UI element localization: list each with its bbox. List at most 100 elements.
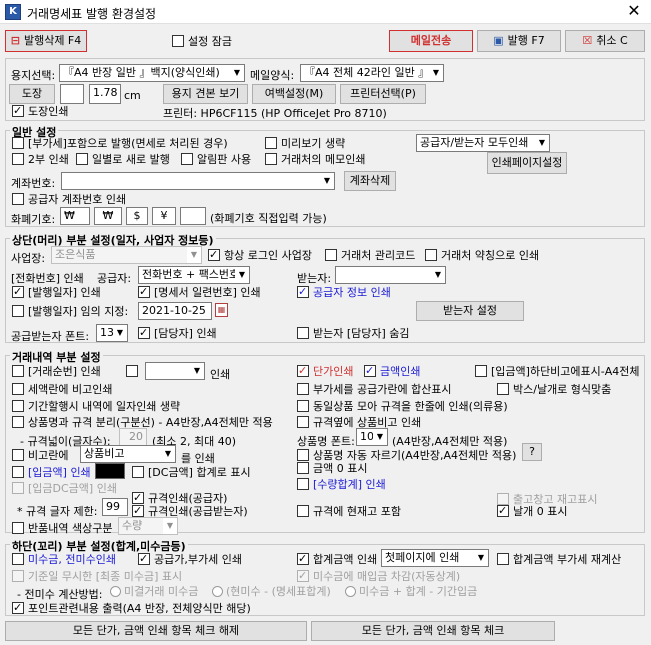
memo-print-checkbox[interactable]: 비고란에: [12, 449, 68, 462]
serial-number-checkbox[interactable]: [명세서 일련번호] 인쇄: [138, 285, 261, 299]
printer-select-button[interactable]: 프린터선택(P): [340, 84, 426, 104]
return-color-select[interactable]: 수량 ▼: [118, 517, 178, 535]
paper-preview-button[interactable]: 용지 견본 보기: [163, 84, 248, 104]
amount-zero-checkbox[interactable]: 금액 0 표시: [297, 462, 367, 475]
account-delete-button[interactable]: 계좌삭제: [344, 171, 396, 191]
total-vat-recalc-checkbox[interactable]: 합계금액 부가세 재계산: [497, 553, 621, 566]
calc-radio-pending[interactable]: 미결거래 미수금: [110, 585, 198, 598]
receiver-font-label: 공급받는자 폰트:: [11, 330, 90, 343]
receiver-phone-select[interactable]: ▼: [335, 266, 446, 284]
currency-input-1[interactable]: ₩: [60, 207, 90, 225]
amount-print-checkbox[interactable]: 금액인쇄: [364, 364, 420, 378]
same-product-checkbox[interactable]: 동일상품 모아 규격을 한줄에 인쇄(의류용): [297, 400, 508, 413]
calc-radio-current[interactable]: (현미수 - (명세표합계): [212, 585, 331, 598]
chevron-down-icon: ▼: [320, 173, 334, 189]
check-all-button[interactable]: 모든 단가, 금액 인쇄 항목 체크: [311, 621, 555, 641]
product-font-note: (A4반장,A4전체만 적용): [392, 435, 508, 448]
delete-issue-button[interactable]: ⊟ 발행삭제 F4: [5, 30, 87, 52]
manager-print-checkbox[interactable]: [담당자] 인쇄: [138, 326, 217, 340]
dc-sum-checkbox[interactable]: [DC금액] 합계로 표시: [132, 466, 251, 479]
tax-note-checkbox[interactable]: 세액란에 비고인쇄: [12, 383, 112, 396]
point-output-checkbox[interactable]: 포인트관련내용 출력(A4 반장, 전체양식만 해당): [12, 601, 251, 615]
supplier-account-checkbox[interactable]: 공급자 계좌번호 인쇄: [12, 193, 126, 206]
account-select[interactable]: ▼: [61, 172, 335, 190]
deposit-dc-checkbox[interactable]: [입금DC금액] 인쇄: [12, 482, 117, 495]
auto-cut-name-checkbox[interactable]: 상품명 자동 자르기(A4반장,A4전체만 적용): [297, 449, 516, 462]
custom-date-input[interactable]: 2021-10-25: [138, 302, 212, 320]
window-close-button[interactable]: ✕: [620, 1, 648, 21]
detail-section-title: 거래내역 부분 설정: [10, 349, 103, 365]
supplier-phone-select[interactable]: 전화번호 + 팩스번호 ▼: [138, 266, 250, 284]
print-target-select[interactable]: 공급자/받는자 모두인쇄 ▼: [416, 134, 550, 152]
spec-width-input[interactable]: 20: [119, 428, 147, 446]
vat-sum-checkbox[interactable]: 부가세를 공급가란에 합산표시: [297, 383, 452, 396]
business-label: 사업장:: [11, 252, 46, 265]
product-font-select[interactable]: 10 ▼: [356, 428, 388, 446]
notice-board-checkbox[interactable]: 알림판 사용: [181, 153, 251, 166]
spec-print-supplier-checkbox[interactable]: 규격인쇄(공급자): [132, 491, 227, 505]
business-select[interactable]: 조은식품 ▼: [51, 246, 202, 264]
total-page-select[interactable]: 첫페이지에 인쇄 ▼: [381, 549, 489, 567]
uncheck-all-button[interactable]: 모든 단가, 금액 인쇄 항목 체크 해제: [5, 621, 307, 641]
currency-input-4[interactable]: ¥: [152, 207, 176, 225]
spec-limit-input[interactable]: 99: [102, 498, 128, 516]
two-copies-checkbox[interactable]: 2부 인쇄: [12, 153, 69, 166]
return-color-checkbox[interactable]: 반품내역 색상구분: [12, 522, 112, 535]
supply-vat-checkbox[interactable]: 공급가,부가세 인쇄: [138, 552, 242, 566]
vat-included-checkbox[interactable]: [부가세]포함으로 발행(면세로 처리된 경우): [12, 137, 228, 150]
spec-stock-checkbox[interactable]: 규격에 현재고 포함: [297, 505, 401, 518]
issue-button[interactable]: ▣ 발행 F7: [477, 30, 561, 52]
help-button[interactable]: ?: [522, 443, 542, 461]
chevron-down-icon: ▼: [163, 518, 177, 534]
setting-lock-checkbox[interactable]: 설정 잠금: [172, 35, 232, 48]
client-code-checkbox[interactable]: 거래처 관리코드: [325, 249, 415, 262]
box-format-checkbox[interactable]: 박스/날개로 형식맞춤: [497, 383, 611, 396]
wing-zero-checkbox[interactable]: 날개 0 표시: [497, 504, 567, 518]
deposit-color-swatch[interactable]: [95, 463, 125, 479]
stamp-print-checkbox[interactable]: 도장인쇄: [12, 104, 68, 118]
memo-select[interactable]: 상품비고 ▼: [80, 445, 176, 463]
client-alias-checkbox[interactable]: 거래처 약칭으로 인쇄: [425, 249, 539, 262]
extra-print-label: 인쇄: [210, 368, 231, 381]
extra-print-checkbox[interactable]: [126, 365, 142, 378]
deposit-note-checkbox[interactable]: [입금액]하단비고에표시-A4전체: [475, 365, 640, 378]
trade-seq-checkbox[interactable]: [거래순번] 인쇄: [12, 365, 101, 378]
receiver-font-select[interactable]: 13 ▼: [96, 324, 128, 342]
daily-issue-checkbox[interactable]: 일별로 새로 발행: [76, 153, 170, 166]
extra-print-select[interactable]: ▼: [145, 362, 205, 380]
stamp-button[interactable]: 도장: [9, 84, 55, 104]
currency-input-2[interactable]: ₩: [94, 207, 122, 225]
receiver-manager-hide-checkbox[interactable]: 받는자 [담당자] 숨김: [297, 327, 410, 340]
currency-input-3[interactable]: $: [126, 207, 148, 225]
paper-select[interactable]: 『A4 반장 일반 』백지(양식인쇄) ▼: [59, 64, 245, 82]
login-business-checkbox[interactable]: 항상 로그인 사업장: [208, 248, 312, 262]
receiver-setting-button[interactable]: 받는자 설정: [416, 301, 524, 321]
margin-setting-button[interactable]: 여백설정(M): [252, 84, 336, 104]
supplier-label: 공급자:: [97, 272, 132, 285]
stamp-size-input[interactable]: 1.78: [89, 84, 121, 104]
unit-price-checkbox[interactable]: 단가인쇄: [297, 364, 353, 378]
mail-form-select[interactable]: 『A4 전체 42라인 일반 』 ▼: [300, 64, 444, 82]
cancel-button[interactable]: ☒ 취소 C: [565, 30, 645, 52]
supplier-info-checkbox[interactable]: 공급자 정보 인쇄: [297, 285, 391, 299]
skip-date-checkbox[interactable]: 기간할행시 내역에 일자인쇄 생략: [12, 400, 180, 413]
calendar-icon[interactable]: ▦: [215, 303, 228, 317]
deposit-print-checkbox[interactable]: [입금액] 인쇄: [12, 466, 91, 479]
unpaid-offset-checkbox[interactable]: 미수금에 매입금 차감(자동상계): [297, 569, 460, 583]
skip-preview-checkbox[interactable]: 미리보기 생략: [265, 137, 345, 150]
print-icon: ▣: [493, 34, 504, 47]
spec-limit-label: * 규격 글자 제한:: [17, 505, 98, 518]
calc-radio-period[interactable]: 미수금 + 합계 - 기간입금: [345, 585, 477, 598]
unpaid-print-checkbox[interactable]: 미수금, 전미수인쇄: [12, 553, 116, 566]
custom-date-checkbox[interactable]: [발행일자] 임의 지정:: [12, 305, 128, 318]
mail-send-button[interactable]: 메일전송: [389, 30, 473, 52]
qty-sum-checkbox[interactable]: [수량합계] 인쇄: [297, 478, 386, 491]
print-page-setting-button[interactable]: 인쇄페이지설정: [487, 152, 567, 174]
client-memo-checkbox[interactable]: 거래처의 메모인쇄: [265, 153, 365, 166]
chevron-down-icon: ▼: [161, 446, 175, 462]
currency-input-5[interactable]: [180, 207, 206, 225]
final-unpaid-checkbox[interactable]: 기준일 무시한 [최종 미수금] 표시: [12, 570, 182, 583]
chevron-down-icon: ▼: [474, 550, 488, 566]
issue-date-checkbox[interactable]: [발행일자] 인쇄: [12, 285, 101, 299]
total-print-checkbox[interactable]: 합계금액 인쇄: [297, 552, 377, 566]
